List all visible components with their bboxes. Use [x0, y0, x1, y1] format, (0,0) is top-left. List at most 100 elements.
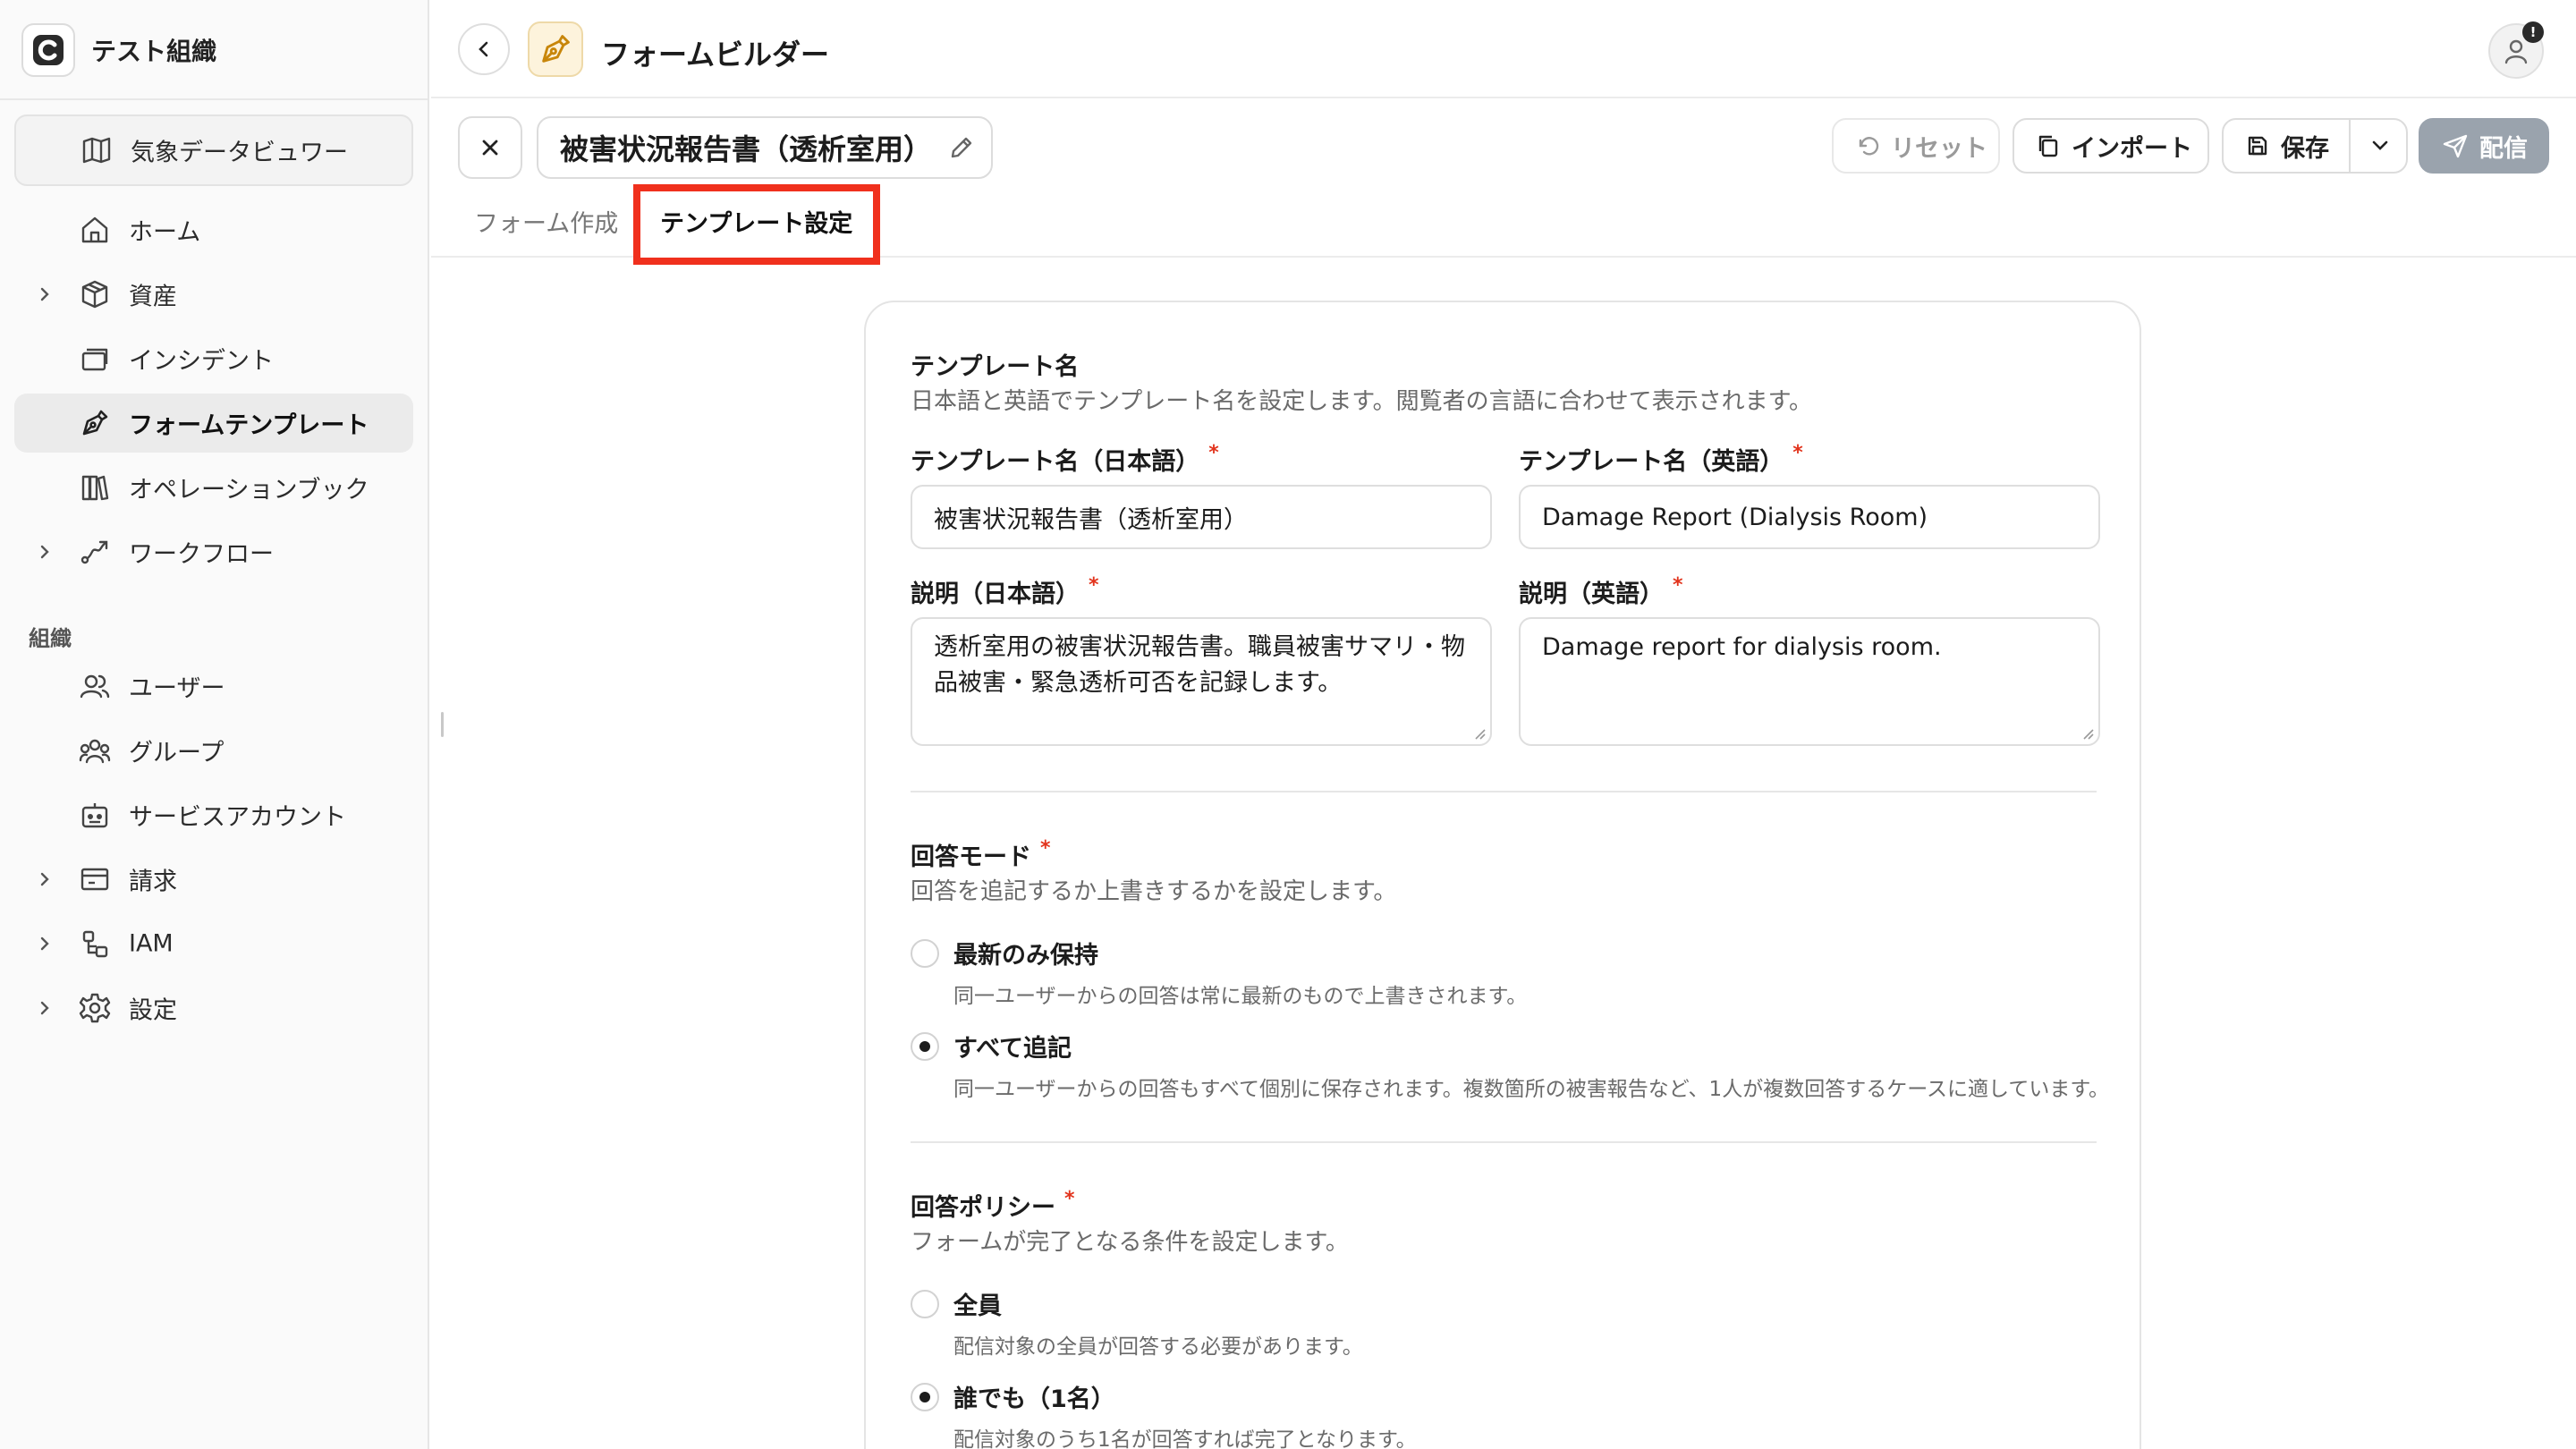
org-switcher[interactable]: テスト組織 — [21, 21, 216, 79]
sidebar-divider — [0, 98, 428, 100]
desc-ja-label: 説明（日本語） * — [911, 574, 1099, 609]
chevron-right-icon[interactable] — [36, 543, 54, 561]
name-en-label-text: テンプレート名（英語） — [1519, 448, 1784, 476]
desc-en-label-text: 説明（英語） — [1519, 580, 1664, 608]
name-en-value: Damage Report (Dialysis Room) — [1542, 503, 1928, 531]
chevron-right-icon[interactable] — [36, 285, 54, 303]
user-icon — [2504, 39, 2528, 64]
import-button[interactable]: インポート — [2012, 118, 2209, 174]
send-icon — [2442, 132, 2469, 159]
sidebar-item-label: ユーザー — [129, 674, 225, 703]
desc-ja-line-2: 品被害・緊急透析可否を記録します。 — [934, 669, 1343, 697]
sidebar-item-label: 気象データビュワー — [131, 139, 348, 167]
pen-nib-icon — [79, 407, 111, 439]
save-icon — [2245, 133, 2270, 158]
sidebar-item-label: 請求 — [129, 868, 177, 896]
section-divider — [911, 791, 2097, 792]
home-icon — [79, 214, 111, 246]
sidebar-item-home[interactable]: ホーム — [14, 200, 413, 259]
form-builder-icon — [528, 21, 583, 77]
required-mark: * — [1673, 574, 1683, 597]
save-button[interactable]: 保存 — [2222, 118, 2408, 174]
template-name-section-title: テンプレート名 — [911, 353, 1080, 381]
desc-en-textarea[interactable]: Damage report for dialysis room. — [1519, 617, 2100, 746]
template-settings-card: テンプレート名 日本語と英語でテンプレート名を設定します。閲覧者の言語に合わせて… — [864, 301, 2141, 1449]
send-button[interactable]: 配信 — [2419, 118, 2549, 174]
sidebar-item-label: 設定 — [129, 996, 177, 1025]
sidebar-item-label: グループ — [129, 739, 225, 767]
template-name-title[interactable]: 被害状況報告書（透析室用） — [537, 116, 993, 179]
panel-resize-handle[interactable] — [441, 712, 444, 737]
answer-policy-description: フォームが完了となる条件を設定します。 — [911, 1229, 1349, 1256]
sidebar-item-billing[interactable]: 請求 — [14, 850, 413, 909]
pencil-icon[interactable] — [948, 134, 975, 161]
sidebar-item-operation-book[interactable]: オペレーションブック — [14, 458, 413, 517]
sidebar-item-label: フォームテンプレート — [129, 411, 369, 440]
sidebar-item-settings[interactable]: 設定 — [14, 979, 413, 1038]
radio-label: 最新のみ保持 — [953, 942, 1098, 970]
radio-label: 全員 — [953, 1292, 1002, 1320]
avatar[interactable]: ! — [2488, 21, 2544, 79]
box-icon — [79, 278, 111, 310]
sidebar-item-weather-viewer[interactable]: 気象データビュワー — [14, 114, 413, 186]
answer-mode-option-append-all[interactable]: すべて追記 — [911, 1029, 1072, 1063]
tab-form-creation[interactable]: フォーム作成 — [474, 204, 618, 239]
sidebar-item-users[interactable]: ユーザー — [14, 657, 413, 716]
template-name-section-description: 日本語と英語でテンプレート名を設定します。閲覧者の言語に合わせて表示されます。 — [911, 388, 1813, 415]
radio-description: 配信対象の全員が回答する必要があります。 — [953, 1335, 1363, 1359]
name-en-label: テンプレート名（英語） * — [1519, 442, 1803, 477]
answer-policy-option-anyone[interactable]: 誰でも（1名） — [911, 1379, 1115, 1414]
chevron-left-icon — [479, 41, 488, 57]
sidebar-item-service-accounts[interactable]: サービスアカウント — [14, 785, 413, 844]
back-button[interactable] — [458, 23, 510, 75]
reset-button[interactable]: リセット — [1832, 118, 2000, 174]
name-ja-value: 被害状況報告書（透析室用） — [934, 505, 1248, 534]
radio-description: 配信対象のうち1名が回答すれば完了となります。 — [953, 1428, 1417, 1449]
desc-ja-textarea[interactable]: 透析室用の被害状況報告書。職員被害サマリ・物 品被害・緊急透析可否を記録します。 — [911, 617, 1492, 746]
radio-button[interactable] — [911, 938, 939, 968]
chevron-down-icon[interactable] — [2368, 134, 2392, 157]
import-label: インポート — [2072, 134, 2192, 163]
answer-mode-option-latest[interactable]: 最新のみ保持 — [911, 936, 1098, 970]
sidebar-item-incidents[interactable]: インシデント — [14, 329, 413, 388]
sidebar: テスト組織 気象データビュワー ホーム 資産 インシデント フォームテンプレート… — [0, 0, 429, 1449]
bot-icon — [79, 799, 111, 831]
radio-description: 同一ユーザーからの回答は常に最新のもので上書きされます。 — [953, 985, 1528, 1008]
reset-label: リセット — [1891, 134, 1987, 163]
save-split-divider — [2349, 120, 2351, 172]
notification-badge: ! — [2522, 21, 2544, 43]
sidebar-item-iam[interactable]: IAM — [14, 914, 413, 973]
save-label: 保存 — [2281, 134, 2329, 163]
resize-grip-icon[interactable] — [1472, 726, 1487, 741]
org-logo-icon — [21, 23, 75, 77]
answer-policy-option-all[interactable]: 全員 — [911, 1286, 1002, 1321]
sidebar-item-assets[interactable]: 資産 — [14, 265, 413, 324]
radio-button-selected[interactable] — [911, 1382, 939, 1411]
chevron-right-icon[interactable] — [36, 999, 54, 1017]
required-mark: * — [1208, 442, 1219, 464]
books-icon — [79, 471, 111, 504]
chevron-right-icon[interactable] — [36, 870, 54, 888]
answer-mode-title-text: 回答モード — [911, 843, 1031, 871]
org-name: テスト組織 — [91, 37, 217, 66]
close-button[interactable] — [458, 116, 522, 179]
required-mark: * — [1040, 837, 1051, 860]
name-ja-input[interactable]: 被害状況報告書（透析室用） — [911, 485, 1492, 549]
radio-button-selected[interactable] — [911, 1031, 939, 1061]
sidebar-item-label: サービスアカウント — [129, 803, 346, 832]
send-label: 配信 — [2479, 134, 2528, 163]
radio-description: 同一ユーザーからの回答もすべて個別に保存されます。複数箇所の被害報告など、1人が… — [953, 1078, 2110, 1101]
sidebar-item-groups[interactable]: グループ — [14, 721, 413, 780]
desc-ja-label-text: 説明（日本語） — [911, 580, 1080, 608]
radio-dot — [919, 1391, 930, 1402]
sidebar-item-label: オペレーションブック — [129, 476, 369, 504]
tab-template-settings[interactable]: テンプレート設定 — [660, 204, 852, 239]
users-icon — [79, 670, 111, 702]
name-en-input[interactable]: Damage Report (Dialysis Room) — [1519, 485, 2100, 549]
sidebar-item-form-templates[interactable]: フォームテンプレート — [14, 394, 413, 453]
sidebar-item-workflow[interactable]: ワークフロー — [14, 522, 413, 581]
undo-icon — [1855, 133, 1880, 158]
radio-button[interactable] — [911, 1289, 939, 1318]
resize-grip-icon[interactable] — [2080, 726, 2095, 741]
chevron-right-icon[interactable] — [36, 935, 54, 953]
